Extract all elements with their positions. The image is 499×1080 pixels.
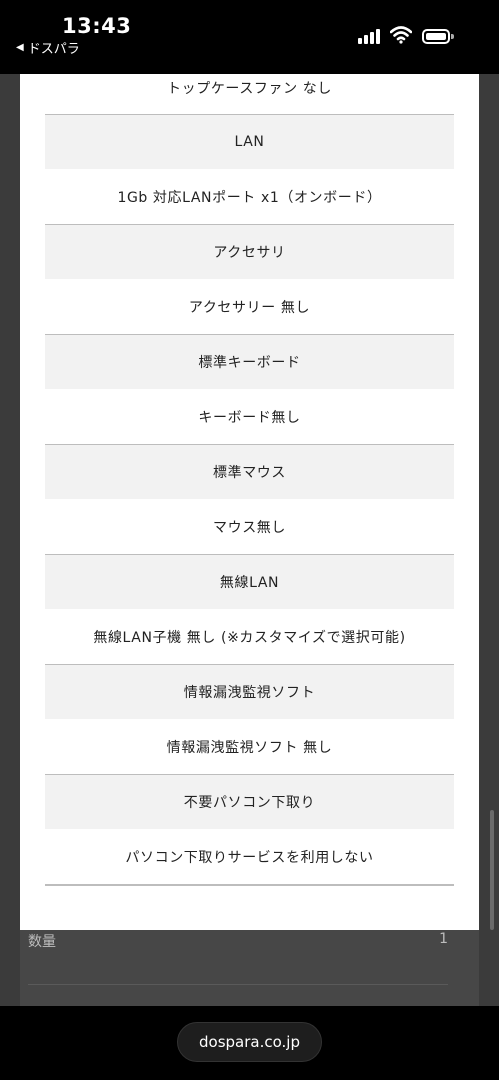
- scrollbar-thumb[interactable]: [490, 810, 494, 930]
- spec-value-row: アクセサリー 無し: [45, 279, 454, 334]
- spec-heading-row: アクセサリ: [45, 224, 454, 279]
- spec-value-text: 無線LAN子機 無し (※カスタマイズで選択可能): [93, 629, 406, 646]
- quantity-label: 数量: [28, 934, 56, 950]
- spec-value-row: トップケースファン なし: [45, 74, 454, 114]
- spec-heading-text: 標準キーボード: [198, 355, 301, 371]
- status-bar: 13:43 ◀ ドスパラ: [0, 0, 499, 74]
- back-app-label: ドスパラ: [27, 42, 80, 57]
- spec-heading-row: 標準マウス: [45, 444, 454, 499]
- spec-heading-row: 不要パソコン下取り: [45, 774, 454, 829]
- spec-value-text: キーボード無し: [198, 409, 301, 426]
- spec-heading-row: LAN: [45, 114, 454, 169]
- spec-heading-row: 無線LAN: [45, 554, 454, 609]
- back-triangle-icon: ◀: [16, 42, 24, 53]
- spec-heading-text: アクセサリ: [213, 245, 286, 261]
- spec-value-row: キーボード無し: [45, 389, 454, 444]
- spec-heading-text: 不要パソコン下取り: [183, 795, 316, 811]
- address-bar[interactable]: dospara.co.jp: [177, 1022, 322, 1062]
- spec-heading-text: 情報漏洩監視ソフト: [183, 685, 316, 701]
- spec-heading-row: 標準キーボード: [45, 334, 454, 389]
- spec-value-row: 情報漏洩監視ソフト 無し: [45, 719, 454, 774]
- spec-heading-row: 情報漏洩監視ソフト: [45, 664, 454, 719]
- spec-value-row: 無線LAN子機 無し (※カスタマイズで選択可能): [45, 609, 454, 664]
- spec-heading-text: 無線LAN: [219, 575, 280, 591]
- spec-value-row: マウス無し: [45, 499, 454, 554]
- browser-bottom-bar: dospara.co.jp: [0, 1006, 499, 1080]
- spec-value-text: マウス無し: [213, 519, 286, 536]
- spec-value-text: アクセサリー 無し: [188, 299, 311, 316]
- quantity-row: 数量 1: [28, 931, 448, 951]
- spec-list: トップケースファン なし LAN 1Gb 対応LANポート x1（オンボード） …: [45, 74, 454, 886]
- background-divider: [28, 984, 448, 985]
- spec-value-text: 1Gb 対応LANポート x1（オンボード）: [117, 189, 382, 206]
- spec-value-text: パソコン下取りサービスを利用しない: [125, 849, 374, 866]
- spec-value-text: トップケースファン なし: [167, 81, 332, 97]
- address-url: dospara.co.jp: [199, 1033, 300, 1051]
- spec-modal: トップケースファン なし LAN 1Gb 対応LANポート x1（オンボード） …: [20, 74, 479, 930]
- battery-icon: [422, 29, 454, 44]
- wifi-icon: [390, 26, 412, 44]
- back-to-app-link[interactable]: ◀ ドスパラ: [16, 38, 80, 57]
- spec-list-end-divider: [45, 884, 454, 886]
- status-time: 13:43: [62, 14, 132, 38]
- spec-heading-text: LAN: [234, 134, 265, 150]
- quantity-value: 1: [439, 931, 448, 947]
- cellular-signal-icon: [358, 28, 382, 44]
- spec-value-text: 情報漏洩監視ソフト 無し: [166, 739, 333, 756]
- spec-heading-text: 標準マウス: [213, 465, 286, 481]
- spec-value-row: パソコン下取りサービスを利用しない: [45, 829, 454, 884]
- spec-value-row: 1Gb 対応LANポート x1（オンボード）: [45, 169, 454, 224]
